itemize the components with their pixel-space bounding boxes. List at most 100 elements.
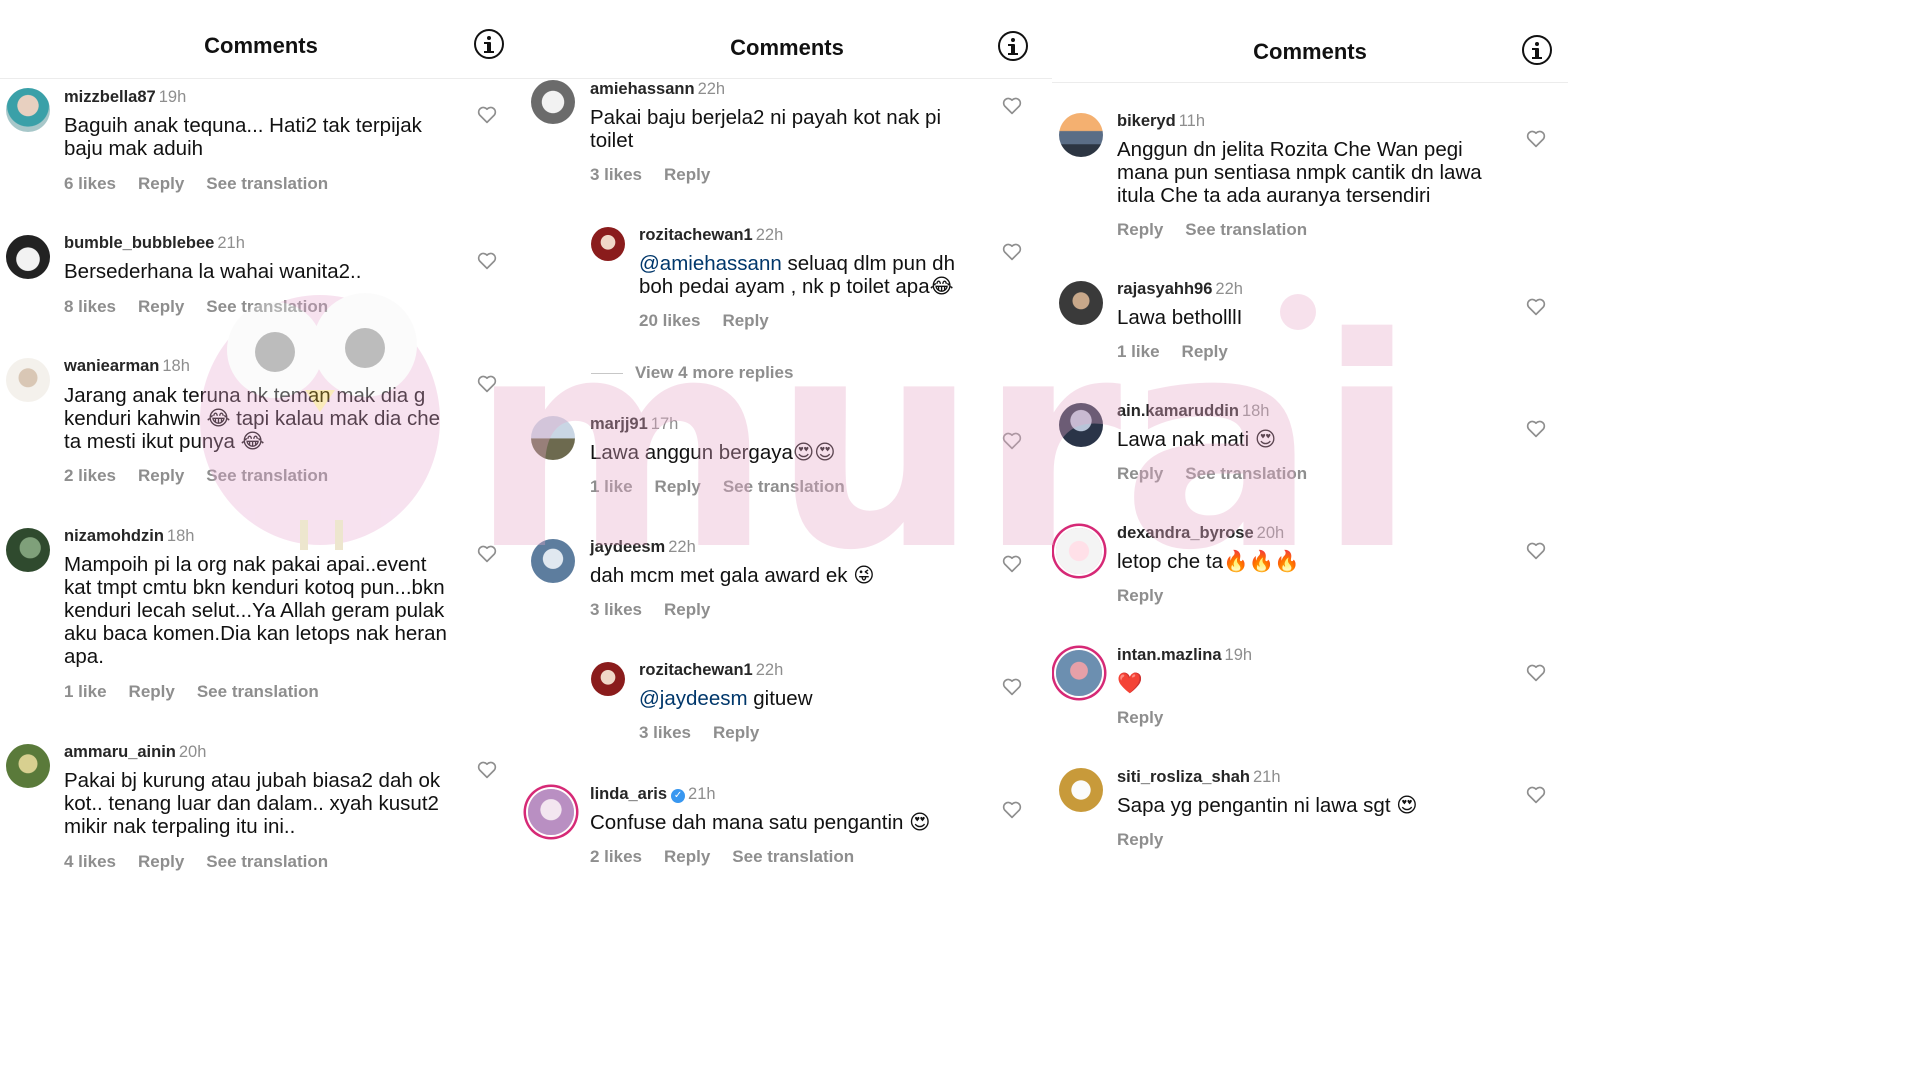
username[interactable]: amiehassann bbox=[590, 80, 695, 98]
avatar[interactable] bbox=[531, 539, 575, 583]
username[interactable]: intan.mazlina bbox=[1117, 646, 1222, 664]
avatar[interactable] bbox=[591, 662, 625, 696]
see-translation-button[interactable]: See translation bbox=[732, 847, 854, 866]
likes-count[interactable]: 4 likes bbox=[64, 852, 116, 871]
username[interactable]: rozitachewan1 bbox=[639, 661, 753, 679]
avatar[interactable] bbox=[531, 80, 575, 124]
username[interactable]: mizzbella87 bbox=[64, 88, 156, 106]
reply-button[interactable]: Reply bbox=[138, 466, 184, 485]
reply-button[interactable]: Reply bbox=[1182, 342, 1228, 361]
reply-button[interactable]: Reply bbox=[138, 852, 184, 871]
info-icon[interactable] bbox=[998, 31, 1028, 61]
heart-icon[interactable] bbox=[1002, 555, 1022, 573]
username[interactable]: marjj91 bbox=[590, 415, 648, 433]
heart-icon[interactable] bbox=[1526, 298, 1546, 316]
heart-icon[interactable] bbox=[1526, 542, 1546, 560]
likes-count[interactable]: 1 like bbox=[590, 477, 633, 496]
reply-button[interactable]: Reply bbox=[1117, 830, 1163, 849]
likes-count[interactable]: 1 like bbox=[1117, 342, 1160, 361]
reply-button[interactable]: Reply bbox=[664, 165, 710, 184]
likes-count[interactable]: 3 likes bbox=[590, 165, 642, 184]
avatar[interactable] bbox=[1059, 403, 1103, 447]
info-icon[interactable] bbox=[1522, 35, 1552, 65]
see-translation-button[interactable]: See translation bbox=[197, 682, 319, 701]
see-translation-button[interactable]: See translation bbox=[723, 477, 845, 496]
mention-link[interactable]: @jaydeesm bbox=[639, 687, 748, 710]
heart-icon[interactable] bbox=[1002, 678, 1022, 696]
reply-button[interactable]: Reply bbox=[1117, 464, 1163, 483]
heart-icon[interactable] bbox=[1002, 432, 1022, 450]
reply-button[interactable]: Reply bbox=[655, 477, 701, 496]
avatar[interactable] bbox=[1059, 281, 1103, 325]
likes-count[interactable]: 3 likes bbox=[639, 723, 691, 742]
avatar[interactable] bbox=[1056, 650, 1102, 696]
username[interactable]: dexandra_byrose bbox=[1117, 524, 1254, 542]
comment-text: Jarang anak teruna nk teman mak dia g ke… bbox=[64, 384, 441, 453]
comment-text: Pakai baju berjela2 ni payah kot nak pi … bbox=[590, 106, 942, 152]
username[interactable]: jaydeesm bbox=[590, 538, 665, 556]
comment-meta: rajasyahh96 22h bbox=[1117, 280, 1243, 299]
reply-button[interactable]: Reply bbox=[713, 723, 759, 742]
reply-button[interactable]: Reply bbox=[138, 174, 184, 193]
username[interactable]: rajasyahh96 bbox=[1117, 280, 1212, 298]
heart-icon[interactable] bbox=[1002, 97, 1022, 115]
avatar[interactable] bbox=[591, 227, 625, 261]
username[interactable]: nizamohdzin bbox=[64, 527, 164, 545]
reply-button[interactable]: Reply bbox=[1117, 586, 1163, 605]
likes-count[interactable]: 6 likes bbox=[64, 174, 116, 193]
avatar[interactable] bbox=[1056, 528, 1102, 574]
avatar[interactable] bbox=[6, 235, 50, 279]
see-translation-button[interactable]: See translation bbox=[1185, 464, 1307, 483]
likes-count[interactable]: 2 likes bbox=[64, 466, 116, 485]
heart-icon[interactable] bbox=[477, 545, 497, 563]
reply-button[interactable]: Reply bbox=[1117, 708, 1163, 727]
likes-count[interactable]: 2 likes bbox=[590, 847, 642, 866]
see-translation-button[interactable]: See translation bbox=[1185, 220, 1307, 239]
reply-button[interactable]: Reply bbox=[664, 847, 710, 866]
reply-button[interactable]: Reply bbox=[138, 297, 184, 316]
username[interactable]: bumble_bubblebee bbox=[64, 234, 214, 252]
see-translation-button[interactable]: See translation bbox=[206, 852, 328, 871]
see-translation-button[interactable]: See translation bbox=[206, 466, 328, 485]
heart-icon[interactable] bbox=[1526, 420, 1546, 438]
likes-count[interactable]: 3 likes bbox=[590, 600, 642, 619]
heart-icon[interactable] bbox=[477, 106, 497, 124]
reply-button[interactable]: Reply bbox=[129, 682, 175, 701]
reply-button[interactable]: Reply bbox=[1117, 220, 1163, 239]
username[interactable]: ammaru_ainin bbox=[64, 743, 176, 761]
timestamp: 22h bbox=[1215, 280, 1243, 298]
info-icon[interactable] bbox=[474, 29, 504, 59]
avatar[interactable] bbox=[6, 358, 50, 402]
heart-icon[interactable] bbox=[477, 761, 497, 779]
heart-icon[interactable] bbox=[477, 252, 497, 270]
username[interactable]: linda_aris bbox=[590, 785, 667, 803]
heart-icon[interactable] bbox=[1526, 664, 1546, 682]
avatar[interactable] bbox=[531, 416, 575, 460]
avatar[interactable] bbox=[6, 744, 50, 788]
likes-count[interactable]: 20 likes bbox=[639, 311, 700, 330]
heart-icon[interactable] bbox=[1526, 786, 1546, 804]
view-more-replies-button[interactable]: View 4 more replies bbox=[591, 363, 793, 383]
heart-icon[interactable] bbox=[1002, 801, 1022, 819]
comment-meta: rozitachewan1 22h bbox=[639, 226, 783, 245]
heart-icon[interactable] bbox=[477, 375, 497, 393]
avatar[interactable] bbox=[1059, 113, 1103, 157]
heart-icon[interactable] bbox=[1002, 243, 1022, 261]
username[interactable]: bikeryd bbox=[1117, 112, 1176, 130]
see-translation-button[interactable]: See translation bbox=[206, 297, 328, 316]
username[interactable]: ain.kamaruddin bbox=[1117, 402, 1239, 420]
avatar[interactable] bbox=[528, 789, 574, 835]
username[interactable]: rozitachewan1 bbox=[639, 226, 753, 244]
avatar[interactable] bbox=[6, 528, 50, 572]
reply-button[interactable]: Reply bbox=[722, 311, 768, 330]
mention-link[interactable]: @amiehassann bbox=[639, 252, 782, 275]
see-translation-button[interactable]: See translation bbox=[206, 174, 328, 193]
username[interactable]: siti_rosliza_shah bbox=[1117, 768, 1250, 786]
likes-count[interactable]: 1 like bbox=[64, 682, 107, 701]
avatar[interactable] bbox=[1059, 768, 1103, 812]
username[interactable]: waniearman bbox=[64, 357, 159, 375]
likes-count[interactable]: 8 likes bbox=[64, 297, 116, 316]
reply-button[interactable]: Reply bbox=[664, 600, 710, 619]
heart-icon[interactable] bbox=[1526, 130, 1546, 148]
avatar[interactable] bbox=[6, 88, 50, 132]
